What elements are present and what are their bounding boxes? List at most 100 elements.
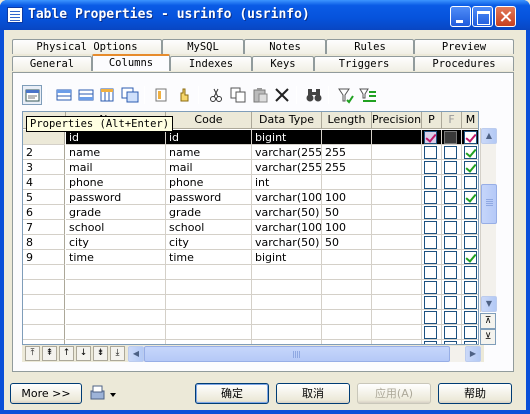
properties-button[interactable] xyxy=(22,85,42,105)
row-number[interactable]: 7 xyxy=(23,220,65,235)
tab-procedures[interactable]: Procedures xyxy=(414,56,514,71)
checkbox-m[interactable] xyxy=(464,146,477,159)
checkbox-f[interactable] xyxy=(444,251,457,264)
tab-mysql[interactable]: MySQL xyxy=(162,39,244,54)
layout-dropdown-button[interactable] xyxy=(90,385,116,403)
find-column-button[interactable] xyxy=(174,85,194,105)
tab-rules[interactable]: Rules xyxy=(326,39,414,54)
cell-code[interactable] xyxy=(166,310,252,325)
cell-length[interactable]: 100 xyxy=(322,190,372,205)
checkbox-p[interactable] xyxy=(424,176,437,189)
tab-preview[interactable]: Preview xyxy=(414,39,514,54)
header-primary[interactable]: P xyxy=(422,112,442,129)
horizontal-scrollbar[interactable]: ◀ ▶ xyxy=(128,346,481,362)
scroll-down-icon[interactable]: ▼ xyxy=(481,296,497,312)
scroll-bottom-button[interactable]: ⊻ xyxy=(480,329,496,345)
checkbox-f[interactable] xyxy=(444,266,457,279)
checkbox-p[interactable] xyxy=(424,221,437,234)
row-number[interactable] xyxy=(23,280,65,295)
checkbox-f[interactable] xyxy=(444,146,457,159)
copy-button[interactable] xyxy=(228,85,248,105)
cell-length[interactable]: 255 xyxy=(322,145,372,160)
move-down-icon[interactable]: ↓ xyxy=(76,346,91,361)
cell-name[interactable]: city xyxy=(66,235,166,250)
row-number[interactable] xyxy=(23,310,65,325)
cell-precision[interactable] xyxy=(372,310,422,325)
tab-physical-options[interactable]: Physical Options xyxy=(12,39,162,54)
cell-length[interactable] xyxy=(322,295,372,310)
checkbox-f[interactable] xyxy=(444,296,457,309)
checkbox-p[interactable] xyxy=(424,281,437,294)
row-number[interactable]: 9 xyxy=(23,250,65,265)
cell-code[interactable]: id xyxy=(166,130,252,145)
cell-name[interactable] xyxy=(66,310,166,325)
cell-code[interactable]: name xyxy=(166,145,252,160)
cell-precision[interactable] xyxy=(372,145,422,160)
new-column-button[interactable] xyxy=(152,85,172,105)
checkbox-m[interactable] xyxy=(464,236,477,249)
checkbox-f[interactable] xyxy=(444,131,457,144)
cell-type[interactable] xyxy=(252,325,322,340)
cell-length[interactable] xyxy=(322,175,372,190)
move-page-down-icon[interactable]: ⇟ xyxy=(93,346,108,361)
filter-button[interactable] xyxy=(336,85,356,105)
tab-notes[interactable]: Notes xyxy=(244,39,326,54)
cell-name[interactable] xyxy=(66,325,166,340)
cell-type[interactable]: varchar(100) xyxy=(252,190,322,205)
move-to-bottom-icon[interactable]: ⤓ xyxy=(110,346,125,361)
checkbox-f[interactable] xyxy=(444,161,457,174)
checkbox-p[interactable] xyxy=(424,191,437,204)
cell-precision[interactable] xyxy=(372,220,422,235)
cell-type[interactable] xyxy=(252,265,322,280)
cell-code[interactable] xyxy=(166,325,252,340)
checkbox-p[interactable] xyxy=(424,296,437,309)
ok-button[interactable]: 确定 xyxy=(195,383,269,404)
cell-code[interactable]: mail xyxy=(166,160,252,175)
cell-code[interactable]: grade xyxy=(166,205,252,220)
scroll-top-button[interactable]: ⊼ xyxy=(480,313,496,329)
cut-button[interactable] xyxy=(206,85,226,105)
checkbox-m[interactable] xyxy=(464,176,477,189)
vertical-scroll-thumb[interactable] xyxy=(481,184,497,224)
header-data-type[interactable]: Data Type xyxy=(252,112,322,129)
checkbox-m[interactable] xyxy=(464,191,477,204)
cell-length[interactable]: 50 xyxy=(322,235,372,250)
row-number[interactable] xyxy=(23,130,65,145)
checkbox-m[interactable] xyxy=(464,281,477,294)
checkbox-f[interactable] xyxy=(444,311,457,324)
checkbox-f[interactable] xyxy=(444,236,457,249)
cell-length[interactable]: 50 xyxy=(322,205,372,220)
scroll-left-icon[interactable]: ◀ xyxy=(128,346,144,362)
row-number[interactable]: 2 xyxy=(23,145,65,160)
cell-precision[interactable] xyxy=(372,175,422,190)
header-precision[interactable]: Precision xyxy=(372,112,422,129)
scroll-right-icon[interactable]: ▶ xyxy=(465,346,481,362)
customize-columns-button[interactable] xyxy=(358,85,378,105)
more-button[interactable]: More >> xyxy=(10,383,82,404)
header-length[interactable]: Length xyxy=(322,112,372,129)
cancel-button[interactable]: 取消 xyxy=(276,383,350,404)
checkbox-f[interactable] xyxy=(444,326,457,339)
checkbox-m[interactable] xyxy=(464,326,477,339)
header-mandatory[interactable]: M xyxy=(462,112,478,129)
cell-type[interactable] xyxy=(252,310,322,325)
tab-triggers[interactable]: Triggers xyxy=(314,56,414,71)
maximize-button[interactable] xyxy=(472,6,493,27)
cell-length[interactable] xyxy=(322,250,372,265)
cell-length[interactable] xyxy=(322,280,372,295)
checkbox-p[interactable] xyxy=(424,266,437,279)
cell-name[interactable]: id xyxy=(66,130,166,145)
tab-general[interactable]: General xyxy=(12,56,92,71)
checkbox-p[interactable] xyxy=(424,131,437,144)
cell-code[interactable] xyxy=(166,280,252,295)
cell-precision[interactable] xyxy=(372,130,422,145)
cell-name[interactable]: password xyxy=(66,190,166,205)
cell-length[interactable] xyxy=(322,130,372,145)
checkbox-p[interactable] xyxy=(424,146,437,159)
cell-precision[interactable] xyxy=(372,235,422,250)
cell-precision[interactable] xyxy=(372,295,422,310)
cell-name[interactable]: name xyxy=(66,145,166,160)
cell-length[interactable] xyxy=(322,265,372,280)
row-number[interactable]: 6 xyxy=(23,205,65,220)
checkbox-p[interactable] xyxy=(424,251,437,264)
